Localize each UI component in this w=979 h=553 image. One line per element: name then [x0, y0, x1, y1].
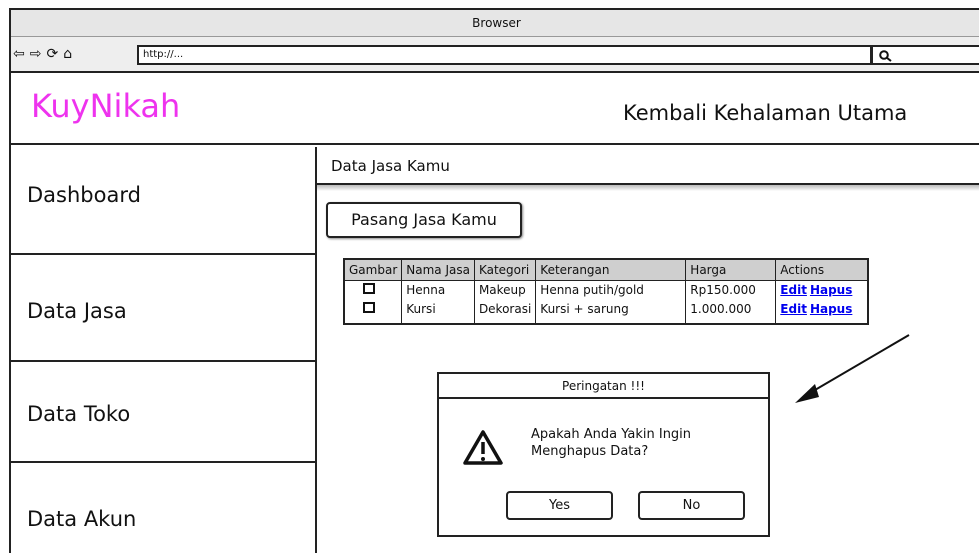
- cell-harga: 1.000.000: [685, 300, 777, 324]
- image-placeholder: [363, 283, 375, 295]
- brand-logo[interactable]: KuyNikah: [31, 87, 180, 125]
- browser-titlebar: Browser: [11, 10, 979, 37]
- cell-nama: Henna: [401, 280, 475, 300]
- sidebar-item-label: Data Akun: [27, 507, 137, 531]
- yes-button[interactable]: Yes: [506, 491, 613, 520]
- table-row: Henna Makeup Henna putih/gold Rp150.000 …: [343, 280, 869, 300]
- edit-link[interactable]: Edit: [780, 283, 807, 297]
- nav-icons: ⇦ ⇨ ⟳ ⌂: [13, 46, 77, 62]
- cell-keterangan: Kursi + sarung: [535, 300, 687, 324]
- edit-link[interactable]: Edit: [780, 302, 807, 316]
- image-cell: [343, 300, 403, 324]
- add-service-button[interactable]: Pasang Jasa Kamu: [326, 202, 522, 238]
- url-input[interactable]: http://...: [137, 45, 872, 65]
- col-gambar: Gambar: [343, 258, 403, 281]
- sidebar: Dashboard Data Jasa Data Toko Data Akun: [11, 147, 317, 553]
- sidebar-item-data-akun[interactable]: Data Akun: [11, 463, 317, 553]
- browser-window: Browser ⇦ ⇨ ⟳ ⌂ http://... KuyNikah Kembali…: [9, 8, 979, 553]
- warning-icon: [463, 430, 503, 465]
- col-keterangan: Keterangan: [535, 258, 687, 281]
- image-placeholder: [363, 302, 375, 313]
- home-icon[interactable]: ⌂: [63, 46, 75, 62]
- col-kategori: Kategori: [473, 258, 537, 281]
- sidebar-item-label: Dashboard: [27, 183, 141, 207]
- forward-icon[interactable]: ⇨: [30, 46, 45, 62]
- sidebar-item-label: Data Jasa: [27, 299, 127, 323]
- services-table: Gambar Nama Jasa Kategori Keterangan Har…: [343, 258, 869, 325]
- cell-keterangan: Henna putih/gold: [535, 280, 687, 300]
- browser-title: Browser: [472, 16, 521, 30]
- reload-icon[interactable]: ⟳: [46, 46, 61, 62]
- url-text: http://...: [143, 49, 184, 60]
- site-header: KuyNikah Kembali Kehalaman Utama: [11, 75, 979, 145]
- annotation-arrow: [795, 334, 910, 403]
- back-icon[interactable]: ⇦: [13, 46, 28, 62]
- confirm-delete-dialog: Peringatan !!! Apakah Anda Yakin Ingin M…: [437, 372, 770, 537]
- hapus-link[interactable]: Hapus: [810, 283, 852, 297]
- cell-actions: Edit Hapus: [775, 300, 869, 324]
- sidebar-item-label: Data Toko: [27, 402, 131, 426]
- cell-actions: Edit Hapus: [775, 280, 869, 300]
- table-row: Kursi Dekorasi Kursi + sarung 1.000.000 …: [343, 300, 869, 324]
- dialog-title: Peringatan !!!: [439, 374, 768, 399]
- no-button[interactable]: No: [638, 491, 745, 520]
- hapus-link[interactable]: Hapus: [810, 302, 852, 316]
- cell-kategori: Dekorasi: [473, 300, 537, 324]
- page-title: Data Jasa Kamu: [331, 157, 450, 175]
- col-nama-jasa: Nama Jasa: [401, 258, 475, 281]
- back-to-home-link[interactable]: Kembali Kehalaman Utama: [623, 101, 907, 125]
- dialog-message: Apakah Anda Yakin Ingin Menghapus Data?: [531, 426, 691, 460]
- col-actions: Actions: [775, 258, 869, 281]
- content-header: Data Jasa Kamu: [317, 147, 979, 185]
- image-cell: [343, 280, 403, 300]
- search-input[interactable]: [871, 45, 979, 65]
- dialog-message-line: Menghapus Data?: [531, 444, 649, 459]
- sidebar-item-dashboard[interactable]: Dashboard: [11, 147, 317, 255]
- cell-harga: Rp150.000: [685, 280, 777, 300]
- sidebar-item-data-toko[interactable]: Data Toko: [11, 362, 317, 463]
- search-icon: [879, 49, 892, 62]
- sidebar-item-data-jasa[interactable]: Data Jasa: [11, 255, 317, 362]
- header-shadow: [317, 185, 979, 191]
- browser-toolbar: ⇦ ⇨ ⟳ ⌂ http://...: [11, 37, 979, 73]
- table-header-row: Gambar Nama Jasa Kategori Keterangan Har…: [343, 258, 869, 281]
- cell-nama: Kursi: [401, 300, 475, 324]
- col-harga: Harga: [685, 258, 777, 281]
- cell-kategori: Makeup: [473, 280, 537, 300]
- dialog-message-line: Apakah Anda Yakin Ingin: [531, 427, 692, 442]
